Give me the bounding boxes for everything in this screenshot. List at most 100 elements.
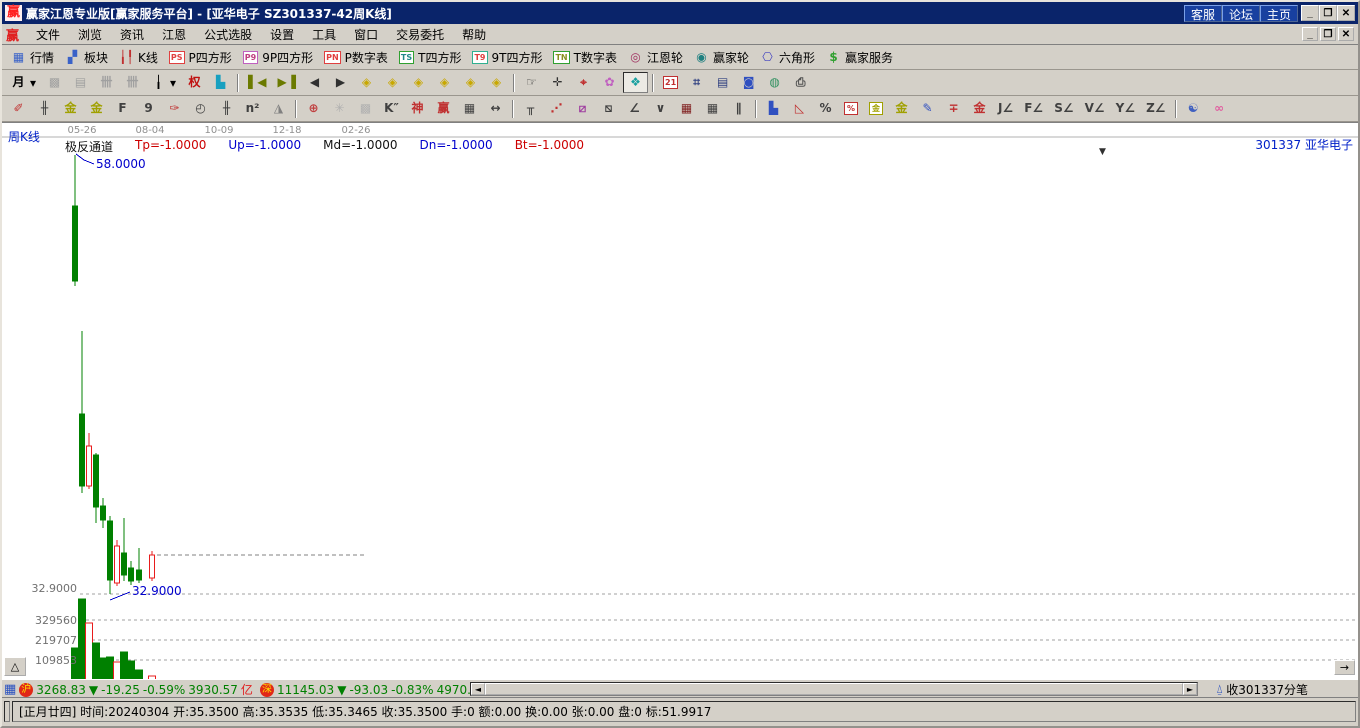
k-mark-tool[interactable]: K″: [379, 98, 404, 119]
f-angle-tool[interactable]: F∠: [1019, 98, 1048, 119]
menu-trade[interactable]: 交易委托: [387, 24, 453, 45]
t-square-button[interactable]: TST四方形: [394, 47, 467, 68]
yinyang-button[interactable]: ☯: [1181, 98, 1206, 119]
menu-file[interactable]: 文件: [27, 24, 69, 45]
f10-info-button[interactable]: ▤: [68, 72, 93, 93]
forum-button[interactable]: 论坛: [1222, 5, 1260, 22]
shenzhen-index-icon[interactable]: 深: [260, 683, 274, 697]
span-measure-tool[interactable]: ↔: [483, 98, 508, 119]
square-nine-tool[interactable]: n²: [240, 98, 265, 119]
price-ruler-tool[interactable]: ╫: [214, 98, 239, 119]
winner-service-button[interactable]: $赢家服务: [821, 47, 898, 68]
gann-circle-tool[interactable]: ⊕: [301, 98, 326, 119]
quote-button[interactable]: ▦行情: [6, 47, 59, 68]
color-volume-button[interactable]: ▙: [208, 72, 233, 93]
zoom-select-tool[interactable]: ⌖: [571, 72, 596, 93]
trend-angle-tool[interactable]: ∠: [622, 98, 647, 119]
t9-square-button[interactable]: T99T四方形: [467, 47, 547, 68]
wave-link-button[interactable]: ∞: [1207, 98, 1232, 119]
gann-wheel-button[interactable]: ◎江恩轮: [623, 47, 688, 68]
kline-button[interactable]: ╽╿K线: [114, 47, 163, 68]
golden-line-tool[interactable]: 金: [889, 98, 914, 119]
mdi-close-button[interactable]: ✕: [1338, 27, 1354, 41]
scrollbar-thumb[interactable]: [485, 683, 1183, 695]
draw-arrow-tool[interactable]: ✐: [6, 98, 31, 119]
sector-button[interactable]: ▞板块: [60, 47, 113, 68]
menu-help[interactable]: 帮助: [453, 24, 495, 45]
region-view-button[interactable]: ▩: [42, 72, 67, 93]
spider-web-tool[interactable]: ▩: [353, 98, 378, 119]
compress-y-button[interactable]: ◈: [406, 72, 431, 93]
menu-settings[interactable]: 设置: [261, 24, 303, 45]
period-select[interactable]: 月▾: [6, 72, 41, 93]
print-button[interactable]: ⎙: [788, 72, 813, 93]
pillar-line-tool[interactable]: ╥: [518, 98, 543, 119]
channel-indicator-button[interactable]: ❖: [623, 72, 648, 93]
win-angle-tool[interactable]: Y∠: [1111, 98, 1140, 119]
scrollbar-right-arrow[interactable]: ►: [1183, 683, 1197, 695]
fan-box-tool[interactable]: ⧄: [570, 98, 595, 119]
compress-all-button[interactable]: ◈: [458, 72, 483, 93]
minute9-bars-button[interactable]: 卌: [120, 72, 145, 93]
zigzag-tool[interactable]: ∨: [648, 98, 673, 119]
chart-horizontal-scrollbar[interactable]: ◄ ►: [470, 682, 1198, 696]
time-cycle-tool[interactable]: ◴: [188, 98, 213, 119]
home-button[interactable]: 主页: [1260, 5, 1298, 22]
kline-chart-canvas[interactable]: [2, 123, 1358, 679]
first-page-button[interactable]: ▌◀: [243, 72, 271, 93]
indicator-dropdown-caret[interactable]: ▼: [1099, 147, 1106, 157]
mdi-restore-button[interactable]: ❐: [1320, 27, 1336, 41]
scrollbar-left-arrow[interactable]: ◄: [471, 683, 485, 695]
expand-y-button[interactable]: ◈: [432, 72, 457, 93]
net-chart-button[interactable]: ◍: [762, 72, 787, 93]
menu-tools[interactable]: 工具: [303, 24, 345, 45]
calendar-button[interactable]: 21: [658, 72, 683, 93]
dense-grid-tool[interactable]: ▦: [457, 98, 482, 119]
calculator-button[interactable]: ⌗: [684, 72, 709, 93]
seat-angle-tool[interactable]: Z∠: [1141, 98, 1170, 119]
menu-window[interactable]: 窗口: [345, 24, 387, 45]
hand-drag-tool[interactable]: ☞: [519, 72, 544, 93]
minute3-bars-button[interactable]: 卌: [94, 72, 119, 93]
last-page-button[interactable]: ▶▐: [273, 72, 301, 93]
win-magic-tool[interactable]: 赢: [431, 98, 456, 119]
candle-style-select[interactable]: ╽▾: [146, 72, 181, 93]
golden-grid-2-tool[interactable]: 金: [84, 98, 109, 119]
shanghai-index-icon[interactable]: 沪: [19, 683, 33, 697]
fibonacci-grid-tool[interactable]: F: [110, 98, 135, 119]
memo-button[interactable]: ▤: [710, 72, 735, 93]
wave-ruler-tool[interactable]: ∓: [941, 98, 966, 119]
j-angle-tool[interactable]: J∠: [993, 98, 1018, 119]
expand-x-button[interactable]: ◈: [380, 72, 405, 93]
crosshair-tool[interactable]: ✛: [545, 72, 570, 93]
grid-block-tool[interactable]: ▦: [674, 98, 699, 119]
fan-lines-tool[interactable]: ⋰: [544, 98, 569, 119]
restore-button[interactable]: ❐: [1319, 5, 1337, 21]
annotation-pen-tool[interactable]: ✎: [915, 98, 940, 119]
prev-bar-button[interactable]: ◀: [302, 72, 327, 93]
p9-square-button[interactable]: P99P四方形: [238, 47, 318, 68]
percent-slope-tool[interactable]: ◺: [787, 98, 812, 119]
save-button[interactable]: ◙: [736, 72, 761, 93]
shen-magic-tool[interactable]: 神: [405, 98, 430, 119]
fan-box-2-tool[interactable]: ⧅: [596, 98, 621, 119]
mdi-minimize-button[interactable]: _: [1302, 27, 1318, 41]
pane-expand-button[interactable]: △: [4, 657, 26, 676]
golden-angle-tool[interactable]: 金: [967, 98, 992, 119]
angle-ruler-tool[interactable]: ◮: [266, 98, 291, 119]
expand-all-button[interactable]: ◈: [484, 72, 509, 93]
golden-section-tool[interactable]: 金: [864, 98, 888, 119]
sign-angle-tool[interactable]: S∠: [1049, 98, 1078, 119]
brush-grid-tool[interactable]: ✑: [162, 98, 187, 119]
exright-button[interactable]: 权: [182, 72, 207, 93]
gann-grid-tool[interactable]: ╫: [32, 98, 57, 119]
stat-column-tool[interactable]: ▙: [761, 98, 786, 119]
golden-grid-tool[interactable]: 金: [58, 98, 83, 119]
scroll-right-button[interactable]: →: [1334, 660, 1355, 675]
minimize-button[interactable]: _: [1301, 5, 1319, 21]
market-grid-icon[interactable]: ▦: [4, 682, 16, 697]
grid-block-2-tool[interactable]: ▦: [700, 98, 725, 119]
service-button[interactable]: 客服: [1184, 5, 1222, 22]
t-number-button[interactable]: TNT数字表: [548, 47, 622, 68]
menu-browse[interactable]: 浏览: [69, 24, 111, 45]
